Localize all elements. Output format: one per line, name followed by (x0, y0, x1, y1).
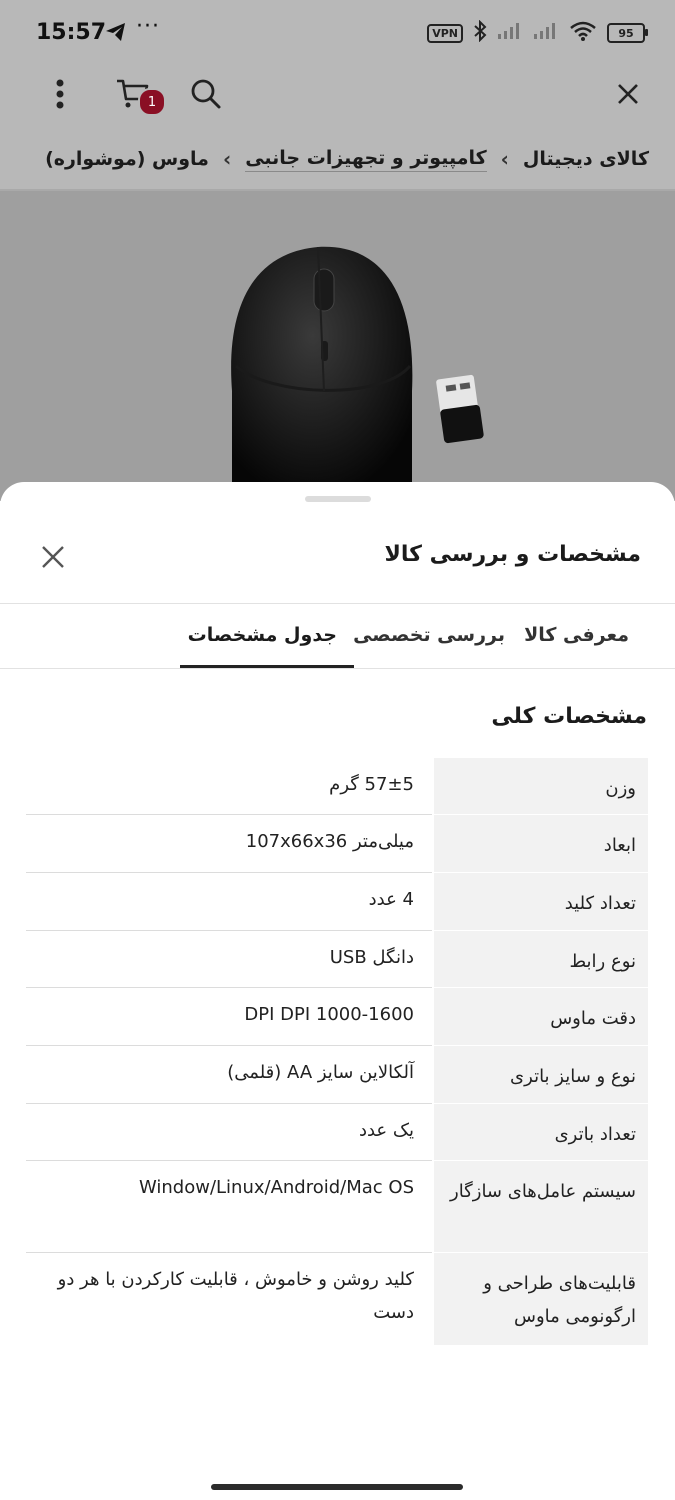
bluetooth-icon (473, 19, 487, 46)
spec-key: تعداد باتری (434, 1104, 648, 1161)
breadcrumb: کالای دیجیتال › کامپیوتر و تجهیزات جانبی… (45, 142, 649, 176)
spec-value: 57±5 گرم (329, 774, 414, 795)
breadcrumb-item-digital[interactable]: کالای دیجیتال (523, 148, 649, 170)
tabs-divider (0, 668, 675, 669)
sheet-drag-handle[interactable] (305, 496, 371, 502)
spec-row: قابلیت‌های طراحی و ارگونومی ماوس کلید رو… (26, 1253, 648, 1345)
breadcrumb-item-computer[interactable]: کامپیوتر و تجهیزات جانبی (245, 147, 487, 172)
spec-row: وزن 57±5 گرم (26, 758, 648, 815)
signal-icon-2 (533, 22, 559, 44)
spec-row: سیستم عامل‌های سازگار Window/Linux/Andro… (26, 1161, 648, 1253)
status-indicators: VPN 95 (427, 19, 648, 46)
spec-value: یک عدد (358, 1120, 414, 1141)
cart-count-badge: 1 (138, 88, 166, 116)
specs-table: وزن 57±5 گرم ابعاد میلی‌متر 107x66x36 تع… (26, 758, 648, 1345)
spec-value: میلی‌متر 107x66x36 (245, 831, 414, 852)
specs-bottom-sheet: مشخصات و بررسی کالا معرفی کالا بررسی تخص… (0, 482, 675, 1500)
spec-row: تعداد کلید 4 عدد (26, 873, 648, 931)
sheet-tabs: معرفی کالا بررسی تخصصی جدول مشخصات (0, 604, 675, 668)
spec-key: تعداد کلید (434, 873, 648, 931)
spec-value: دانگل USB (329, 947, 414, 968)
tab-expert-review[interactable]: بررسی تخصصی (353, 624, 505, 646)
close-icon (42, 546, 64, 568)
spec-key: قابلیت‌های طراحی و ارگونومی ماوس (434, 1253, 648, 1345)
status-time: 15:57 (36, 20, 107, 45)
spec-key: سیستم عامل‌های سازگار (434, 1161, 648, 1253)
signal-icon (497, 22, 523, 44)
close-page-icon[interactable] (606, 72, 650, 116)
spec-value: آلکالاین سایز AA (قلمی) (227, 1062, 414, 1083)
close-sheet-button[interactable] (36, 540, 70, 574)
sheet-title: مشخصات و بررسی کالا (384, 542, 641, 567)
spec-value: 4 عدد (368, 889, 414, 910)
spec-value: Window/Linux/Android/Mac OS (138, 1177, 414, 1198)
battery-icon: 95 (607, 23, 648, 43)
spec-value: 1000-1600 DPI DPI (244, 1004, 414, 1025)
battery-level: 95 (618, 26, 634, 40)
spec-key: وزن (434, 758, 648, 815)
search-icon[interactable] (184, 72, 228, 116)
spec-key: نوع رابط (434, 931, 648, 988)
product-image (0, 191, 675, 501)
tab-introduction[interactable]: معرفی کالا (524, 624, 629, 646)
more-menu-icon[interactable] (38, 72, 82, 116)
gesture-nav-bar[interactable] (211, 1484, 463, 1490)
page-toolbar (0, 66, 675, 120)
vpn-icon: VPN (427, 23, 463, 43)
breadcrumb-item-mouse[interactable]: ماوس (موشواره) (45, 148, 209, 170)
spec-row: دقت ماوس 1000-1600 DPI DPI (26, 988, 648, 1046)
tab-specs[interactable]: جدول مشخصات (188, 624, 337, 646)
status-more-icon: ··· (136, 14, 160, 39)
chevron-left-icon: › (222, 147, 232, 171)
status-bar: 15:57 ··· VPN 95 (0, 0, 675, 66)
section-title: مشخصات کلی (491, 704, 647, 729)
wifi-icon (569, 21, 597, 45)
spec-key: ابعاد (434, 815, 648, 873)
spec-value: کلید روشن و خاموش ، قابلیت کارکردن با هر… (57, 1269, 414, 1323)
spec-row: تعداد باتری یک عدد (26, 1104, 648, 1161)
telegram-icon (104, 20, 128, 44)
spec-key: نوع و سایز باتری (434, 1046, 648, 1104)
spec-key: دقت ماوس (434, 988, 648, 1046)
chevron-left-icon: › (500, 147, 509, 171)
spec-row: نوع و سایز باتری آلکالاین سایز AA (قلمی) (26, 1046, 648, 1104)
spec-row: نوع رابط دانگل USB (26, 931, 648, 988)
spec-row: ابعاد میلی‌متر 107x66x36 (26, 815, 648, 873)
